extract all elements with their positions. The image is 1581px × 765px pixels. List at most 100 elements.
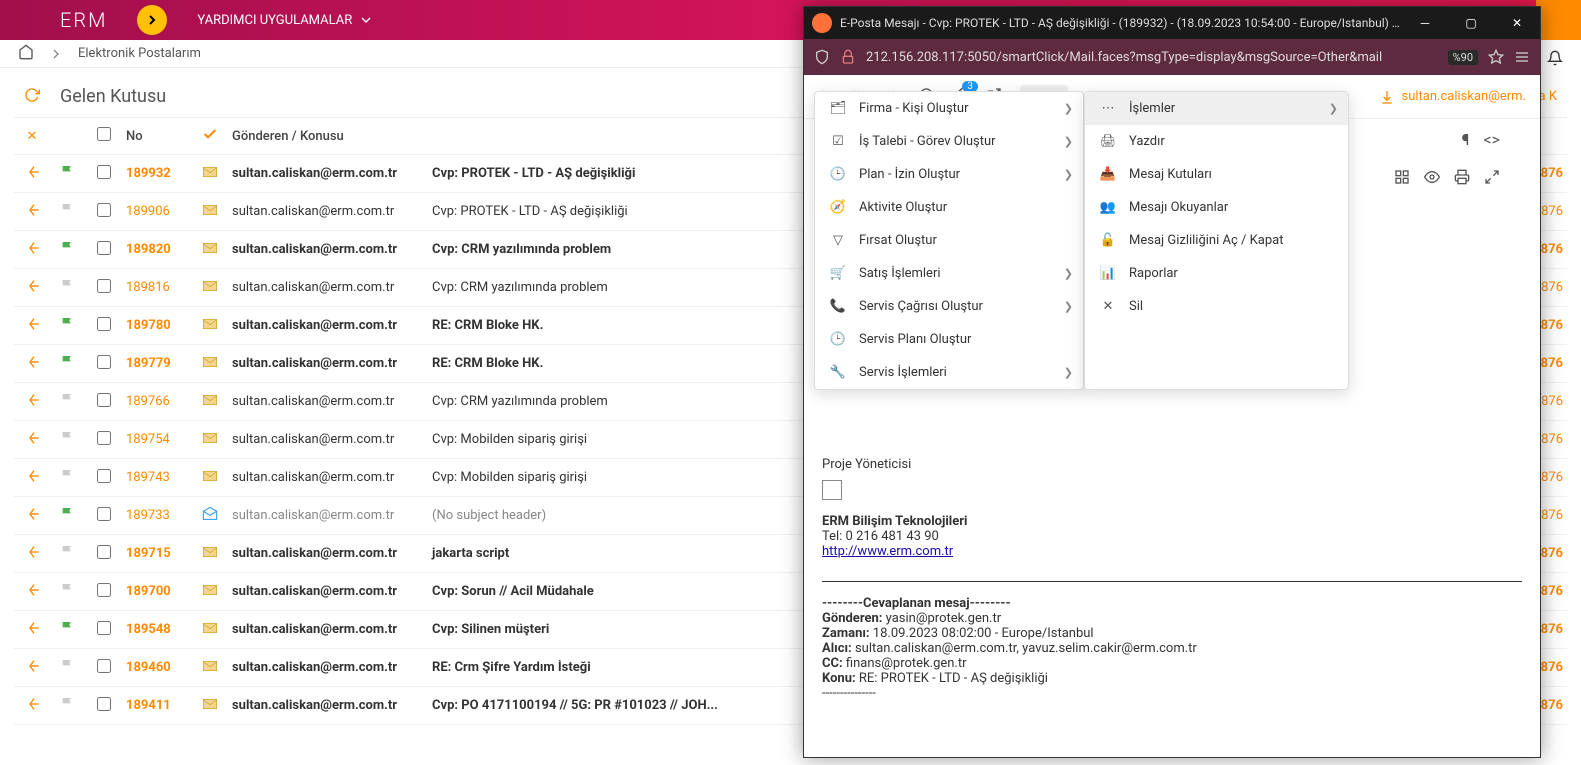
inbox-arrow-icon: [14, 316, 50, 336]
mail-id[interactable]: 189820: [122, 242, 192, 257]
flag-icon[interactable]: [50, 202, 86, 222]
submenu-item[interactable]: 🕒Plan - İzin Oluştur❯: [815, 158, 1083, 191]
submenu-item[interactable]: 🕒 Servis Planı Oluştur: [815, 323, 1083, 356]
popup-titlebar[interactable]: E-Posta Mesajı - Cvp: PROTEK - LTD - AŞ …: [804, 7, 1540, 39]
menu-item[interactable]: 📥Mesaj Kutuları: [1085, 158, 1348, 191]
submenu-item[interactable]: 🛒Satış İşlemleri❯: [815, 257, 1083, 290]
mail-id[interactable]: 189906: [122, 204, 192, 219]
menu-item-label: Aktivite Oluştur: [859, 200, 947, 215]
submenu-item[interactable]: 🔧Servis İşlemleri❯: [815, 356, 1083, 389]
menu-item[interactable]: 🖨Yazdır: [1085, 125, 1348, 158]
download-icon: [1379, 89, 1395, 105]
user-email-text: sultan.caliskan@erm.: [1401, 89, 1526, 104]
minimize-button[interactable]: ─: [1402, 7, 1448, 39]
mail-id[interactable]: 189460: [122, 660, 192, 675]
submenu-item[interactable]: 🗂Firma - Kişi Oluştur❯: [815, 92, 1083, 125]
circle-nav-button[interactable]: [137, 5, 167, 35]
menu-item-label: Servis Çağrısı Oluştur: [859, 299, 983, 314]
flag-icon[interactable]: [50, 316, 86, 336]
mail-id[interactable]: 189733: [122, 508, 192, 523]
zoom-badge[interactable]: %90: [1448, 50, 1478, 65]
row-checkbox[interactable]: [97, 317, 111, 331]
submenu-item[interactable]: ▽Fırsat Oluştur: [815, 224, 1083, 257]
mail-id[interactable]: 189743: [122, 470, 192, 485]
star-icon[interactable]: [1488, 49, 1504, 65]
submenu-item[interactable]: 🧭Aktivite Oluştur: [815, 191, 1083, 224]
flag-icon[interactable]: [50, 354, 86, 374]
menu-item-label: Mesaj Kutuları: [1129, 167, 1212, 182]
mail-id[interactable]: 189816: [122, 280, 192, 295]
mail-id[interactable]: 189700: [122, 584, 192, 599]
home-icon[interactable]: [18, 44, 34, 64]
menu-item[interactable]: 🔓Mesaj Gizliliğini Aç / Kapat: [1085, 224, 1348, 257]
row-checkbox[interactable]: [97, 431, 111, 445]
flag-icon[interactable]: [50, 392, 86, 412]
chevron-down-icon: [358, 12, 374, 28]
row-checkbox[interactable]: [97, 203, 111, 217]
menu-item[interactable]: 📊Raporlar: [1085, 257, 1348, 290]
flag-icon[interactable]: [50, 696, 86, 716]
row-checkbox[interactable]: [97, 165, 111, 179]
quoted-subj-label: Konu:: [822, 671, 856, 686]
mail-id[interactable]: 189411: [122, 698, 192, 713]
row-checkbox[interactable]: [97, 355, 111, 369]
mail-id[interactable]: 189932: [122, 166, 192, 181]
row-checkbox[interactable]: [97, 545, 111, 559]
flag-icon[interactable]: [50, 620, 86, 640]
menu-item-icon: 📞: [829, 299, 847, 314]
envelope-icon: [192, 278, 228, 298]
clear-filter-button[interactable]: ✕: [14, 129, 50, 144]
menu-item-label: Servis Planı Oluştur: [859, 332, 971, 347]
url-bar[interactable]: 212.156.208.117:5050/smartClick/Mail.fac…: [804, 39, 1540, 75]
helper-apps-menu[interactable]: YARDIMCI UYGULAMALAR: [197, 12, 374, 28]
flag-icon[interactable]: [50, 430, 86, 450]
menu-item-label: Mesaj Gizliliğini Aç / Kapat: [1129, 233, 1283, 248]
flag-icon[interactable]: [50, 506, 86, 526]
row-checkbox[interactable]: [97, 279, 111, 293]
quoted-subj: RE: PROTEK - LTD - AŞ değişikliği: [856, 671, 1048, 686]
mail-id[interactable]: 189754: [122, 432, 192, 447]
menu-item-icon: 🕒: [829, 332, 847, 347]
row-checkbox[interactable]: [97, 469, 111, 483]
menu-item[interactable]: ✕Sil: [1085, 290, 1348, 323]
user-email-link[interactable]: sultan.caliskan@erm.: [1379, 89, 1526, 105]
row-checkbox[interactable]: [97, 507, 111, 521]
submenu-item[interactable]: 📞Servis Çağrısı Oluştur❯: [815, 290, 1083, 323]
mail-id[interactable]: 189548: [122, 622, 192, 637]
signature-url[interactable]: http://www.erm.com.tr: [822, 544, 953, 559]
row-checkbox[interactable]: [97, 621, 111, 635]
row-checkbox[interactable]: [97, 659, 111, 673]
flag-icon[interactable]: [50, 278, 86, 298]
flag-icon[interactable]: [50, 240, 86, 260]
inbox-arrow-icon: [14, 696, 50, 716]
mail-id[interactable]: 189766: [122, 394, 192, 409]
flag-icon[interactable]: [50, 544, 86, 564]
select-all-checkbox[interactable]: [97, 127, 111, 141]
envelope-icon: [192, 468, 228, 488]
mail-id[interactable]: 189779: [122, 356, 192, 371]
row-checkbox[interactable]: [97, 697, 111, 711]
row-checkbox[interactable]: [97, 393, 111, 407]
close-button[interactable]: ✕: [1494, 7, 1540, 39]
lock-icon: [840, 49, 856, 65]
breadcrumb-page[interactable]: Elektronik Postalarım: [78, 46, 201, 61]
submenu-item[interactable]: ☑İş Talebi - Görev Oluştur❯: [815, 125, 1083, 158]
hamburger-icon[interactable]: [1514, 49, 1530, 65]
flag-icon[interactable]: [50, 164, 86, 184]
maximize-button[interactable]: ▢: [1448, 7, 1494, 39]
refresh-button[interactable]: [24, 87, 40, 107]
envelope-icon: [192, 240, 228, 260]
flag-icon[interactable]: [50, 582, 86, 602]
flag-icon[interactable]: [50, 658, 86, 678]
menu-item[interactable]: ⋯İşlemler❯: [1085, 92, 1348, 125]
mail-id[interactable]: 189780: [122, 318, 192, 333]
row-checkbox[interactable]: [97, 241, 111, 255]
menu-item[interactable]: 👥Mesajı Okuyanlar: [1085, 191, 1348, 224]
mail-id[interactable]: 189715: [122, 546, 192, 561]
row-checkbox[interactable]: [97, 583, 111, 597]
mail-sender: sultan.caliskan@erm.com.tr: [228, 660, 428, 675]
bell-icon: [1547, 50, 1563, 66]
col-status-icon: [192, 126, 228, 146]
flag-icon[interactable]: [50, 468, 86, 488]
envelope-icon: [192, 430, 228, 450]
